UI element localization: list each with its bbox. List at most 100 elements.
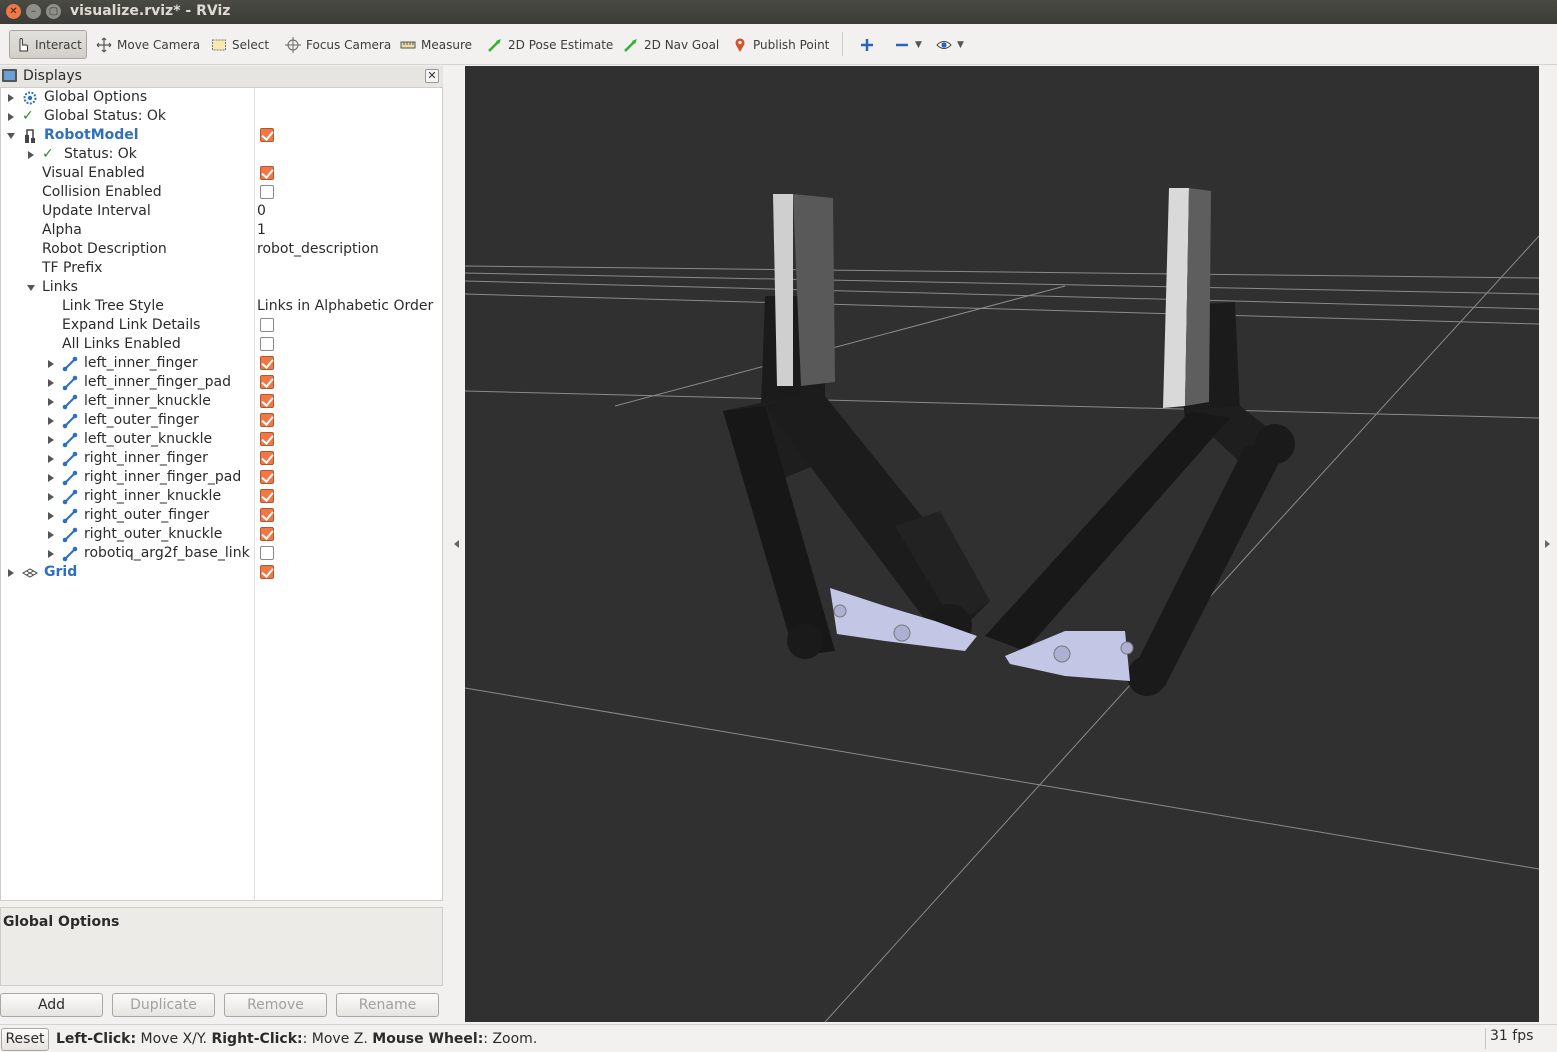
- link-enabled-checkbox[interactable]: [260, 527, 274, 541]
- tree-row-robot-description[interactable]: Robot Description robot_description: [1, 240, 442, 259]
- collapse-left-panel-arrow[interactable]: [454, 540, 459, 548]
- tree-row-visual-enabled[interactable]: Visual Enabled: [1, 164, 442, 183]
- visual-enabled-checkbox[interactable]: [260, 166, 274, 180]
- tree-row-label: Visual Enabled: [42, 165, 145, 181]
- collapse-right-panel-arrow[interactable]: [1545, 540, 1550, 548]
- tree-row-link[interactable]: right_outer_finger: [1, 506, 442, 525]
- rename-button[interactable]: Rename: [336, 993, 439, 1017]
- toolbar-separator: [842, 32, 843, 56]
- collapse-arrow-icon[interactable]: [27, 285, 35, 291]
- expand-arrow-icon[interactable]: [48, 493, 54, 501]
- select-tool-button[interactable]: Select: [207, 30, 273, 59]
- tree-row-link[interactable]: left_inner_finger: [1, 354, 442, 373]
- update-interval-value[interactable]: 0: [257, 202, 266, 221]
- link-enabled-checkbox[interactable]: [260, 470, 274, 484]
- tree-row-link[interactable]: right_inner_finger_pad: [1, 468, 442, 487]
- expand-arrow-icon[interactable]: [48, 417, 54, 425]
- remove-button[interactable]: Remove: [224, 993, 327, 1017]
- expand-arrow-icon[interactable]: [48, 379, 54, 387]
- add-button[interactable]: Add: [0, 993, 103, 1017]
- pose-estimate-tool-button[interactable]: 2D Pose Estimate: [483, 30, 617, 59]
- link-enabled-checkbox[interactable]: [260, 546, 274, 560]
- toolbar: Interact Move Camera Select Focus Camera…: [0, 24, 1557, 65]
- publish-point-tool-button[interactable]: Publish Point: [728, 30, 833, 59]
- link-icon: [62, 489, 78, 505]
- tree-row-link[interactable]: left_inner_finger_pad: [1, 373, 442, 392]
- expand-arrow-icon[interactable]: [28, 151, 34, 159]
- window-maximize-button[interactable]: ▢: [46, 4, 61, 19]
- close-panel-button[interactable]: ✕: [425, 69, 439, 83]
- publish-point-label: Publish Point: [753, 37, 830, 52]
- tree-row-update-interval[interactable]: Update Interval 0: [1, 202, 442, 221]
- tree-row-label: Global Options: [44, 89, 148, 105]
- tree-row-alpha[interactable]: Alpha 1: [1, 221, 442, 240]
- tree-row-expand-link-details[interactable]: Expand Link Details: [1, 316, 442, 335]
- tree-row-label: left_inner_knuckle: [84, 393, 211, 409]
- remove-tool-button[interactable]: ▼: [890, 30, 926, 59]
- add-tool-button[interactable]: [855, 30, 879, 59]
- all-links-enabled-checkbox[interactable]: [260, 337, 274, 351]
- interact-tool-button[interactable]: Interact: [9, 30, 87, 59]
- link-enabled-checkbox[interactable]: [260, 489, 274, 503]
- collision-enabled-checkbox[interactable]: [260, 185, 274, 199]
- window-minimize-button[interactable]: –: [26, 4, 41, 19]
- expand-arrow-icon[interactable]: [48, 531, 54, 539]
- tree-row-link[interactable]: right_inner_knuckle: [1, 487, 442, 506]
- robotmodel-enabled-checkbox[interactable]: [260, 128, 274, 142]
- robot-description-value[interactable]: robot_description: [257, 240, 379, 259]
- tree-row-links[interactable]: Links: [1, 278, 442, 297]
- displays-tree[interactable]: Global Options ✓ Global Status: Ok Robot…: [0, 88, 443, 901]
- 3d-render-viewport[interactable]: [465, 66, 1539, 1022]
- tree-row-global-options[interactable]: Global Options: [1, 88, 442, 107]
- measure-tool-button[interactable]: Measure: [396, 30, 476, 59]
- expand-arrow-icon[interactable]: [8, 94, 14, 102]
- expand-arrow-icon[interactable]: [48, 436, 54, 444]
- link-enabled-checkbox[interactable]: [260, 451, 274, 465]
- tree-row-link[interactable]: right_outer_knuckle: [1, 525, 442, 544]
- link-enabled-checkbox[interactable]: [260, 394, 274, 408]
- link-enabled-checkbox[interactable]: [260, 432, 274, 446]
- tree-row-grid[interactable]: Grid: [1, 563, 442, 582]
- move-camera-tool-button[interactable]: Move Camera: [92, 30, 204, 59]
- expand-arrow-icon[interactable]: [48, 398, 54, 406]
- tree-row-link-tree-style[interactable]: Link Tree Style Links in Alphabetic Orde…: [1, 297, 442, 316]
- tree-row-label: All Links Enabled: [62, 336, 181, 352]
- tree-row-global-status[interactable]: ✓ Global Status: Ok: [1, 107, 442, 126]
- tree-row-link[interactable]: left_inner_knuckle: [1, 392, 442, 411]
- tree-row-link[interactable]: left_outer_knuckle: [1, 430, 442, 449]
- expand-arrow-icon[interactable]: [48, 550, 54, 558]
- help-key: Mouse Wheel:: [372, 1031, 484, 1047]
- tree-row-link[interactable]: robotiq_arg2f_base_link: [1, 544, 442, 563]
- tree-row-link[interactable]: right_inner_finger: [1, 449, 442, 468]
- collapse-arrow-icon[interactable]: [7, 133, 15, 139]
- tree-row-label: Grid: [44, 564, 78, 580]
- tree-row-tf-prefix[interactable]: TF Prefix: [1, 259, 442, 278]
- link-enabled-checkbox[interactable]: [260, 356, 274, 370]
- reset-button[interactable]: Reset: [1, 1028, 49, 1051]
- focus-camera-tool-button[interactable]: Focus Camera: [281, 30, 395, 59]
- duplicate-button[interactable]: Duplicate: [112, 993, 215, 1017]
- tree-row-link[interactable]: left_outer_finger: [1, 411, 442, 430]
- expand-arrow-icon[interactable]: [48, 455, 54, 463]
- window-close-button[interactable]: ✕: [6, 4, 21, 19]
- expand-arrow-icon[interactable]: [48, 512, 54, 520]
- link-enabled-checkbox[interactable]: [260, 375, 274, 389]
- panels-visibility-button[interactable]: ▼: [932, 30, 968, 59]
- tree-row-collision-enabled[interactable]: Collision Enabled: [1, 183, 442, 202]
- link-tree-style-value[interactable]: Links in Alphabetic Order: [257, 297, 433, 316]
- link-enabled-checkbox[interactable]: [260, 508, 274, 522]
- alpha-value[interactable]: 1: [257, 221, 266, 240]
- nav-goal-tool-button[interactable]: 2D Nav Goal: [619, 30, 723, 59]
- tree-row-status[interactable]: ✓ Status: Ok: [1, 145, 442, 164]
- expand-link-details-checkbox[interactable]: [260, 318, 274, 332]
- expand-arrow-icon[interactable]: [48, 474, 54, 482]
- expand-arrow-icon[interactable]: [8, 113, 14, 121]
- tree-row-robotmodel[interactable]: RobotModel: [1, 126, 442, 145]
- link-icon: [62, 413, 78, 429]
- expand-arrow-icon[interactable]: [8, 569, 14, 577]
- tree-row-all-links-enabled[interactable]: All Links Enabled: [1, 335, 442, 354]
- grid-enabled-checkbox[interactable]: [260, 565, 274, 579]
- expand-arrow-icon[interactable]: [48, 360, 54, 368]
- link-enabled-checkbox[interactable]: [260, 413, 274, 427]
- grid-icon: [21, 565, 39, 581]
